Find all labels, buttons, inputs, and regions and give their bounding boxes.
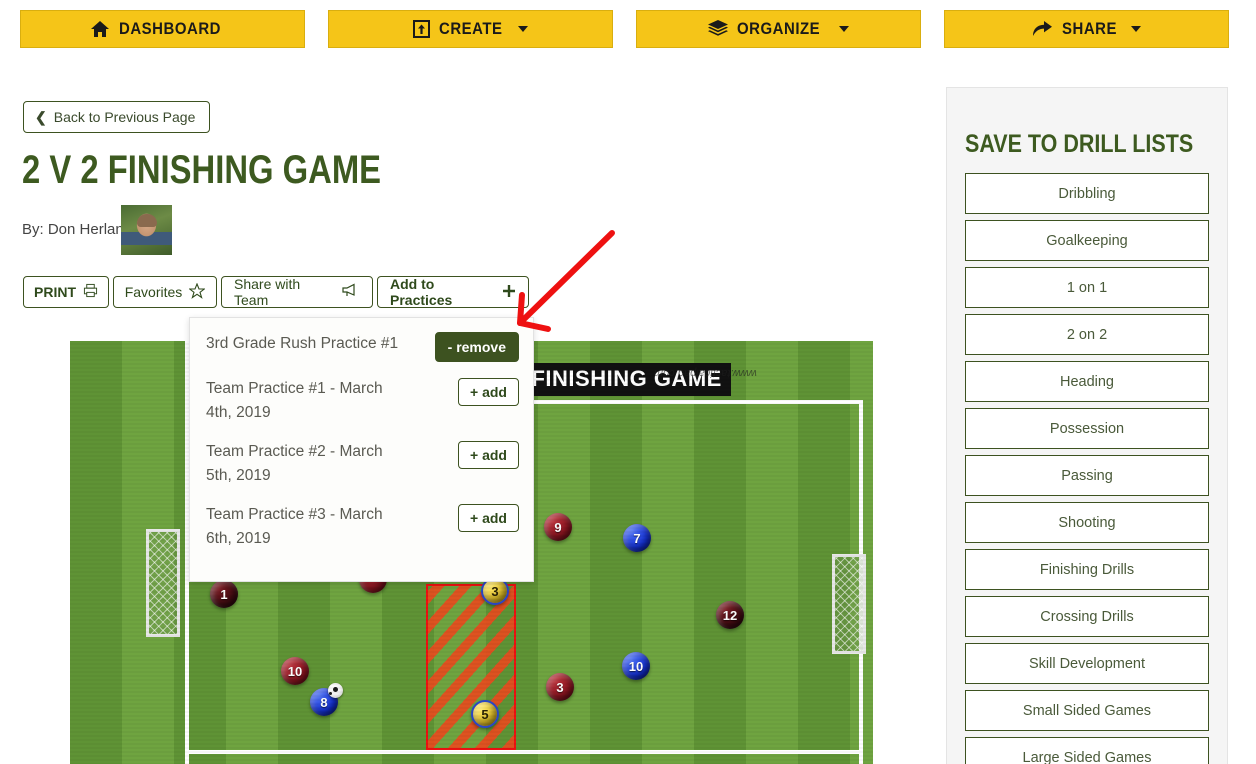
star-icon [188,282,207,302]
nav-button-share[interactable]: SHARE [944,10,1229,48]
drill-list-item-1-on-1[interactable]: 1 on 1 [965,267,1209,308]
practice-row: Team Practice #3 - March 6th, 2019 + add [206,503,519,551]
print-button[interactable]: PRINT [23,276,109,308]
add-to-practices-button[interactable]: Add to Practices [377,276,529,308]
drill-list-item-goalkeeping[interactable]: Goalkeeping [965,220,1209,261]
share-with-team-button[interactable]: Share with Team [221,276,373,308]
favorites-button-label: Favorites [124,284,183,300]
player-marker: 10 [622,652,650,680]
drill-list-label: Passing [1061,467,1113,484]
nav-label-share: SHARE [1061,19,1117,38]
target-zone [426,584,516,750]
add-to-practice-button[interactable]: + add [458,504,519,532]
add-to-practice-button[interactable]: + add [458,441,519,469]
drill-list-label: Goalkeeping [1046,232,1128,249]
practice-name: Team Practice #1 - March 4th, 2019 [206,380,383,421]
sidebar-title: SAVE TO DRILL LISTS [965,130,1194,158]
drill-list-item-passing[interactable]: Passing [965,455,1209,496]
plus-icon [502,284,516,301]
player-marker: 9 [544,513,572,541]
field-line-bottom [185,750,863,754]
save-to-drill-lists-panel: SAVE TO DRILL LISTS Dribbling Goalkeepin… [946,87,1228,764]
nav-label-dashboard: DASHBOARD [119,19,222,38]
goal-left [146,529,180,637]
player-marker: 7 [623,524,651,552]
chevron-down-icon [518,26,529,32]
share-with-team-label: Share with Team [234,276,301,308]
top-navigation-bar: DASHBOARD CREATE ORGANIZE SHARE [0,0,1256,60]
practice-row: Team Practice #2 - March 5th, 2019 + add [206,440,519,488]
practice-row: 3rd Grade Rush Practice #1 - remove [206,332,519,362]
printer-icon [83,283,98,301]
print-button-label: PRINT [34,284,76,300]
drill-list-label: 1 on 1 [1066,279,1108,296]
drill-list-item-dribbling[interactable]: Dribbling [965,173,1209,214]
home-icon [90,20,110,38]
soccer-ball-icon [328,683,343,698]
diagram-watermark: www.tacticalpad.com [654,367,757,379]
add-to-practices-label: Add to Practices [390,276,453,308]
drill-list-item-large-sided-games[interactable]: Large Sided Games [965,737,1209,764]
drill-list-item-heading[interactable]: Heading [965,361,1209,402]
chevron-down-icon [838,26,849,32]
drill-list-label: Crossing Drills [1040,608,1134,625]
practice-name: Team Practice #2 - March 5th, 2019 [206,443,383,484]
page-root: DASHBOARD CREATE ORGANIZE SHARE ❮ Back t… [0,0,1256,764]
author-byline: By: Don Herlan [22,221,124,238]
player-marker: 5 [471,700,499,728]
drill-list-label: Large Sided Games [1022,749,1152,764]
back-to-previous-page-button[interactable]: ❮ Back to Previous Page [23,101,211,133]
player-marker: 3 [546,673,574,701]
drill-list-item-small-sided-games[interactable]: Small Sided Games [965,690,1209,731]
player-marker: 1 [210,580,238,608]
nav-label-organize: ORGANIZE [737,19,821,38]
drill-list-label: Finishing Drills [1039,561,1135,578]
drill-list-item-skill-development[interactable]: Skill Development [965,643,1209,684]
practice-row: Team Practice #1 - March 4th, 2019 + add [206,377,519,425]
add-to-practice-button[interactable]: + add [458,378,519,406]
player-marker: 12 [716,601,744,629]
drill-list-item-shooting[interactable]: Shooting [965,502,1209,543]
drill-list-label: Small Sided Games [1022,702,1152,719]
drill-list-label: Heading [1059,373,1114,390]
practice-name: 3rd Grade Rush Practice #1 [206,335,399,352]
nav-button-dashboard[interactable]: DASHBOARD [20,10,305,48]
drill-list-label: Possession [1049,420,1125,437]
nav-label-create: CREATE [438,19,503,38]
nav-button-create[interactable]: CREATE [328,10,613,48]
layers-icon [708,20,729,38]
drill-list-item-finishing-drills[interactable]: Finishing Drills [965,549,1209,590]
add-to-practices-dropdown: 3rd Grade Rush Practice #1 - remove Team… [189,317,534,582]
chevron-down-icon [1131,26,1142,32]
drill-list-label: Dribbling [1058,185,1116,202]
player-marker: 10 [281,657,309,685]
share-arrow-icon [1032,20,1053,38]
megaphone-icon [342,283,360,301]
drill-list-label: 2 on 2 [1066,326,1108,343]
goal-right [832,554,866,654]
practice-name: Team Practice #3 - March 6th, 2019 [206,506,383,547]
upload-box-icon [412,20,430,38]
drill-list-item-2-on-2[interactable]: 2 on 2 [965,314,1209,355]
drill-list-item-possession[interactable]: Possession [965,408,1209,449]
remove-from-practice-button[interactable]: - remove [434,332,519,362]
chevron-left-icon: ❮ [35,109,47,125]
drill-list-item-crossing-drills[interactable]: Crossing Drills [965,596,1209,637]
drill-list-label: Shooting [1058,514,1116,531]
nav-button-organize[interactable]: ORGANIZE [636,10,921,48]
author-avatar [121,205,172,255]
favorites-button[interactable]: Favorites [113,276,217,308]
page-title: 2 V 2 FINISHING GAME [22,148,382,192]
drill-list-label: Skill Development [1028,655,1146,672]
back-button-label: Back to Previous Page [53,109,196,125]
